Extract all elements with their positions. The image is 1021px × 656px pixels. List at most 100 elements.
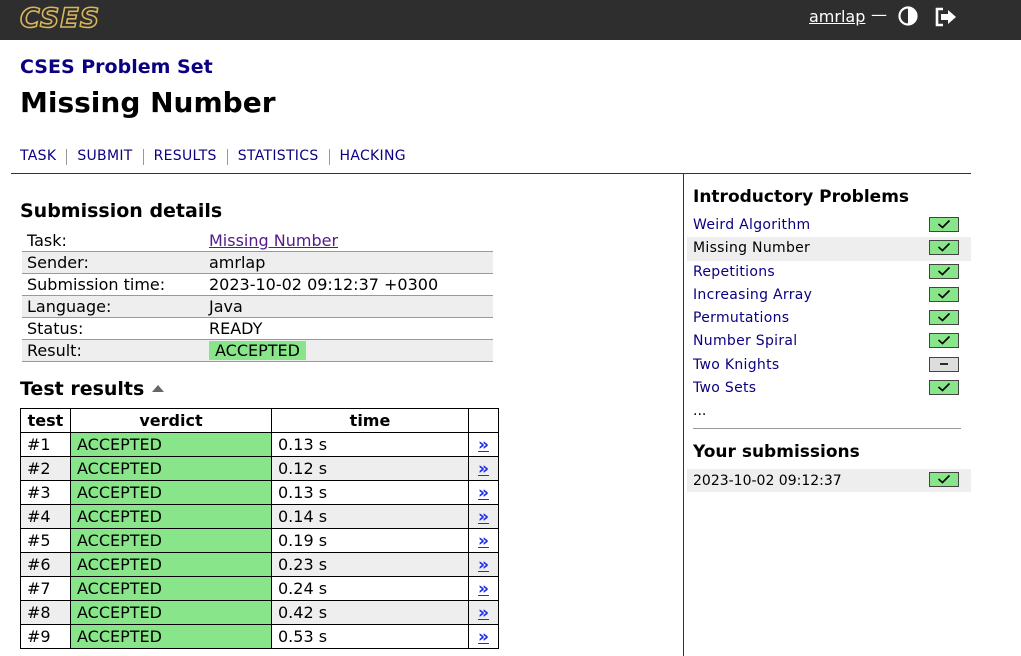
test-time: 0.19 s <box>271 528 469 553</box>
test-verdict: ACCEPTED <box>70 576 272 601</box>
submission-details-table: Task: Missing Number Sender: amrlap Subm… <box>22 230 493 362</box>
task-link[interactable]: Missing Number <box>209 231 338 250</box>
sidebar-divider <box>683 174 684 656</box>
problem-list: Weird Algorithm Missing Number Repetitions… <box>687 214 971 400</box>
solved-check-icon <box>929 380 959 396</box>
table-row: #2 ACCEPTED 0.12 s » <box>20 456 499 481</box>
sidebar-problem-item[interactable]: Number Spiral <box>687 330 971 353</box>
sidebar-problem-item[interactable]: Two Sets <box>687 377 971 400</box>
test-time: 0.24 s <box>271 576 469 601</box>
test-time: 0.13 s <box>271 432 469 457</box>
col-time: time <box>271 408 469 433</box>
test-time: 0.42 s <box>271 600 469 625</box>
user-separator: — <box>871 5 887 24</box>
tab-divider <box>66 149 68 165</box>
solved-check-icon <box>929 310 959 326</box>
test-time: 0.14 s <box>271 504 469 529</box>
test-verdict: ACCEPTED <box>70 528 272 553</box>
test-link-cell: » <box>468 480 499 505</box>
details-key: Task: <box>22 230 204 252</box>
test-verdict: ACCEPTED <box>70 456 272 481</box>
test-number: #6 <box>20 552 71 577</box>
sidebar-problem-item[interactable]: Missing Number <box>687 237 971 261</box>
view-test-link[interactable]: » <box>478 627 489 647</box>
tab-divider <box>226 149 228 165</box>
table-row: #1 ACCEPTED 0.13 s » <box>20 432 499 457</box>
result-badge: ACCEPTED <box>209 341 306 360</box>
details-row: Sender: amrlap <box>22 251 493 274</box>
submission-row[interactable]: 2023-10-02 09:12:37 <box>687 469 971 492</box>
submission-time: 2023-10-02 09:12:37 <box>693 473 842 489</box>
test-time: 0.23 s <box>271 552 469 577</box>
task-nav: TASK SUBMIT RESULTS STATISTICS HACKING <box>20 148 406 165</box>
problem-name[interactable]: Weird Algorithm <box>693 217 810 233</box>
details-value: READY <box>204 317 493 340</box>
problem-name[interactable]: Number Spiral <box>693 333 797 349</box>
sidebar-heading: Introductory Problems <box>693 187 910 207</box>
cses-logo[interactable]: CSES <box>19 2 100 35</box>
details-row: Language: Java <box>22 295 493 318</box>
view-test-link[interactable]: » <box>478 483 489 503</box>
problem-name[interactable]: Two Knights <box>693 357 780 373</box>
sidebar-problem-item[interactable]: Two Knights <box>687 354 971 377</box>
user-link[interactable]: amrlap <box>809 7 865 26</box>
view-test-link[interactable]: » <box>478 603 489 623</box>
details-row: Result: ACCEPTED <box>22 339 493 362</box>
col-test: test <box>20 408 71 433</box>
view-test-link[interactable]: » <box>478 459 489 479</box>
test-results-title: Test results <box>20 378 145 400</box>
results-header-row: test verdict time <box>20 408 499 433</box>
solved-check-icon <box>929 240 959 256</box>
details-key: Submission time: <box>22 273 204 296</box>
header-divider <box>11 173 971 174</box>
tab-divider <box>142 149 144 165</box>
table-row: #6 ACCEPTED 0.23 s » <box>20 552 499 577</box>
problem-name[interactable]: Increasing Array <box>693 287 812 303</box>
view-test-link[interactable]: » <box>478 507 489 527</box>
view-test-link[interactable]: » <box>478 435 489 455</box>
view-test-link[interactable]: » <box>478 531 489 551</box>
problem-name[interactable]: Two Sets <box>693 380 756 396</box>
sidebar-problem-item[interactable]: Weird Algorithm <box>687 214 971 237</box>
tab-submit[interactable]: SUBMIT <box>77 148 132 164</box>
collapse-triangle-icon[interactable] <box>152 385 165 392</box>
view-test-link[interactable]: » <box>478 555 489 575</box>
test-results-heading[interactable]: Test results <box>20 378 165 400</box>
theme-toggle-icon[interactable] <box>898 6 918 26</box>
tab-statistics[interactable]: STATISTICS <box>238 148 319 164</box>
solved-check-icon <box>929 217 959 232</box>
test-time: 0.12 s <box>271 456 469 481</box>
sidebar-problem-item[interactable]: Increasing Array <box>687 284 971 307</box>
details-row: Task: Missing Number <box>22 230 493 252</box>
problem-name[interactable]: Missing Number <box>693 240 810 256</box>
test-verdict: ACCEPTED <box>70 504 272 529</box>
table-row: #9 ACCEPTED 0.53 s » <box>20 624 499 649</box>
table-row: #5 ACCEPTED 0.19 s » <box>20 528 499 553</box>
details-key: Status: <box>22 317 204 340</box>
tab-task[interactable]: TASK <box>20 148 56 164</box>
test-results-table: test verdict time #1 ACCEPTED 0.13 s» #2 ACC… <box>20 408 499 649</box>
details-value: Missing Number <box>204 230 493 252</box>
page-title: Missing Number <box>20 86 276 119</box>
top-bar: CSES amrlap — <box>0 0 1021 40</box>
test-number: #8 <box>20 600 71 625</box>
site-title[interactable]: CSES Problem Set <box>20 56 213 78</box>
details-row: Status: READY <box>22 317 493 340</box>
view-test-link[interactable]: » <box>478 579 489 599</box>
sidebar-problem-item[interactable]: Permutations <box>687 307 971 330</box>
test-number: #9 <box>20 624 71 649</box>
test-verdict: ACCEPTED <box>70 552 272 577</box>
test-link-cell: » <box>468 576 499 601</box>
tab-hacking[interactable]: HACKING <box>340 148 406 164</box>
logout-icon[interactable] <box>934 6 958 28</box>
test-number: #7 <box>20 576 71 601</box>
test-time: 0.13 s <box>271 480 469 505</box>
problem-name[interactable]: Repetitions <box>693 264 775 280</box>
sidebar-problem-item[interactable]: Repetitions <box>687 261 971 284</box>
test-time: 0.53 s <box>271 624 469 649</box>
test-link-cell: » <box>468 456 499 481</box>
details-value: 2023-10-02 09:12:37 +0300 <box>204 273 493 296</box>
test-link-cell: » <box>468 432 499 457</box>
tab-results[interactable]: RESULTS <box>154 148 217 164</box>
problem-name[interactable]: Permutations <box>693 310 789 326</box>
